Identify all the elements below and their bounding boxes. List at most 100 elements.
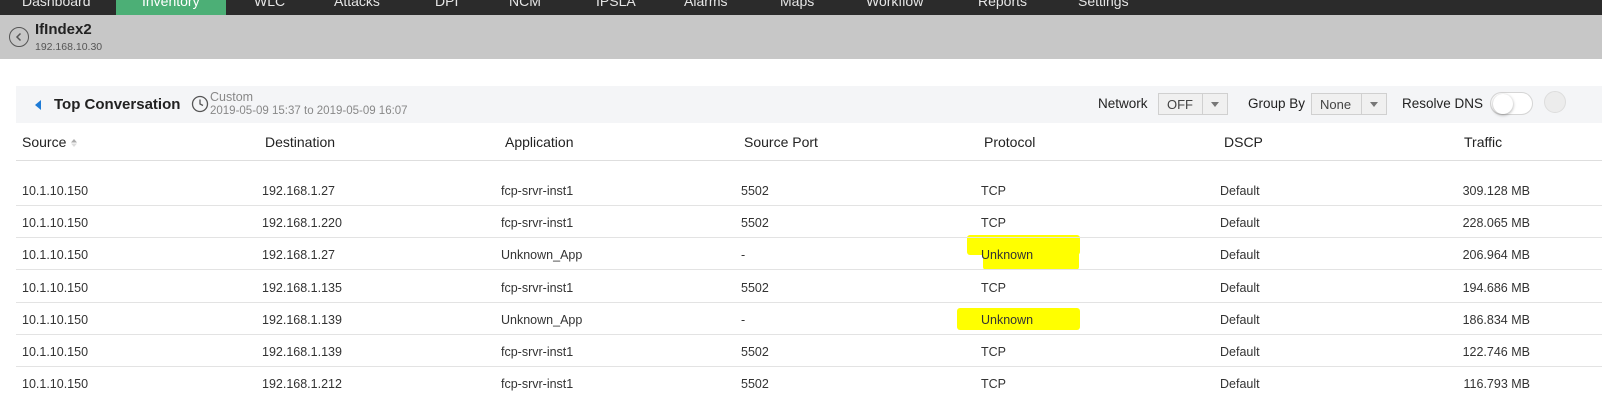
cell-traffic: 116.793 MB bbox=[1463, 377, 1530, 391]
cell-application: fcp-srvr-inst1 bbox=[501, 345, 574, 359]
cell-source-port: 5502 bbox=[741, 345, 769, 359]
cell-application: fcp-srvr-inst1 bbox=[501, 216, 574, 230]
dropdown-caret-icon bbox=[1361, 94, 1386, 114]
cell-application: fcp-srvr-inst1 bbox=[501, 184, 574, 198]
table-header: Source Destination Application Source Po… bbox=[16, 123, 1602, 161]
col-source-port[interactable]: Source Port bbox=[744, 134, 818, 150]
panel-toolbar: Top Conversation Custom 2019-05-09 15:37… bbox=[16, 86, 1602, 123]
cell-dscp: Default bbox=[1220, 184, 1260, 198]
cell-traffic: 206.964 MB bbox=[1462, 248, 1530, 262]
groupby-select[interactable]: None bbox=[1311, 93, 1387, 115]
cell-destination: 192.168.1.220 bbox=[262, 216, 342, 230]
cell-traffic: 309.128 MB bbox=[1462, 184, 1530, 198]
cell-source-port: 5502 bbox=[741, 281, 769, 295]
top-nav: Dashboard Inventory WLC Attacks DPI NCM … bbox=[0, 0, 1602, 15]
cell-dscp: Default bbox=[1220, 248, 1260, 262]
nav-alarms[interactable]: Alarms bbox=[684, 0, 728, 15]
cell-protocol: TCP bbox=[981, 281, 1006, 295]
cell-source: 10.1.10.150 bbox=[22, 184, 89, 198]
col-protocol[interactable]: Protocol bbox=[984, 134, 1035, 150]
cell-protocol: Unknown bbox=[981, 313, 1034, 327]
cell-source-port: 5502 bbox=[741, 216, 769, 230]
groupby-label: Group By bbox=[1248, 96, 1306, 111]
col-source[interactable]: Source bbox=[22, 134, 78, 150]
device-name: IfIndex2 bbox=[35, 21, 92, 38]
time-range: 2019-05-09 15:37 to 2019-05-09 16:07 bbox=[210, 105, 408, 117]
table-row[interactable]: 10.1.10.150 192.168.1.220 fcp-srvr-inst1… bbox=[16, 206, 1602, 238]
cell-application: Unknown_App bbox=[501, 248, 583, 262]
cell-traffic: 122.746 MB bbox=[1462, 345, 1530, 359]
collapse-arrow-icon[interactable] bbox=[35, 100, 41, 110]
cell-dscp: Default bbox=[1220, 216, 1260, 230]
groupby-value: None bbox=[1320, 97, 1352, 112]
cell-source-port: 5502 bbox=[741, 184, 769, 198]
network-select[interactable]: OFF bbox=[1158, 93, 1228, 115]
cell-source: 10.1.10.150 bbox=[22, 248, 89, 262]
table-row[interactable]: 10.1.10.150 192.168.1.139 Unknown_App - … bbox=[16, 303, 1602, 335]
cell-source-port: - bbox=[741, 248, 746, 262]
cell-source: 10.1.10.150 bbox=[22, 216, 89, 230]
nav-ncm[interactable]: NCM bbox=[509, 0, 541, 15]
cell-source: 10.1.10.150 bbox=[22, 313, 89, 327]
toggle-knob bbox=[1493, 94, 1513, 114]
cell-protocol: TCP bbox=[981, 377, 1006, 391]
cell-protocol: TCP bbox=[981, 184, 1006, 198]
cell-source-port: - bbox=[741, 313, 746, 327]
nav-wlc[interactable]: WLC bbox=[254, 0, 285, 15]
cell-source: 10.1.10.150 bbox=[22, 281, 89, 295]
col-destination[interactable]: Destination bbox=[265, 134, 335, 150]
nav-dashboard[interactable]: Dashboard bbox=[22, 0, 91, 15]
dropdown-caret-icon bbox=[1202, 94, 1227, 114]
time-period-selector[interactable]: Custom bbox=[210, 90, 253, 104]
table-row[interactable]: 10.1.10.150 192.168.1.27 Unknown_App - U… bbox=[16, 238, 1602, 270]
cell-destination: 192.168.1.212 bbox=[262, 377, 342, 391]
nav-inventory[interactable]: Inventory bbox=[116, 0, 226, 15]
nav-maps[interactable]: Maps bbox=[780, 0, 814, 15]
table-row[interactable]: 10.1.10.150 192.168.1.135 fcp-srvr-inst1… bbox=[16, 271, 1602, 303]
resolve-dns-toggle[interactable] bbox=[1490, 92, 1533, 115]
col-application[interactable]: Application bbox=[505, 134, 574, 150]
chevron-left-icon bbox=[15, 32, 22, 42]
cell-destination: 192.168.1.27 bbox=[262, 184, 335, 198]
nav-settings[interactable]: Settings bbox=[1078, 0, 1129, 15]
cell-traffic: 228.065 MB bbox=[1462, 216, 1530, 230]
cell-source-port: 5502 bbox=[741, 377, 769, 391]
table-row[interactable]: 10.1.10.150 192.168.1.27 fcp-srvr-inst1 … bbox=[16, 174, 1602, 206]
nav-reports[interactable]: Reports bbox=[978, 0, 1027, 15]
cell-traffic: 186.834 MB bbox=[1462, 313, 1530, 327]
nav-dpi[interactable]: DPI bbox=[435, 0, 458, 15]
cell-application: Unknown_App bbox=[501, 313, 583, 327]
cell-traffic: 194.686 MB bbox=[1462, 281, 1530, 295]
cell-dscp: Default bbox=[1220, 377, 1260, 391]
table-row[interactable]: 10.1.10.150 192.168.1.139 fcp-srvr-inst1… bbox=[16, 335, 1602, 367]
network-label: Network bbox=[1098, 96, 1148, 111]
col-dscp[interactable]: DSCP bbox=[1224, 134, 1263, 150]
cell-application: fcp-srvr-inst1 bbox=[501, 377, 574, 391]
nav-attacks[interactable]: Attacks bbox=[334, 0, 380, 15]
nav-workflow[interactable]: Workflow bbox=[866, 0, 923, 15]
cell-destination: 192.168.1.139 bbox=[262, 313, 342, 327]
nav-ipsla[interactable]: IPSLA bbox=[596, 0, 636, 15]
cell-dscp: Default bbox=[1220, 313, 1260, 327]
cell-protocol: TCP bbox=[981, 345, 1006, 359]
cell-application: fcp-srvr-inst1 bbox=[501, 281, 574, 295]
cell-protocol: Unknown bbox=[981, 248, 1034, 262]
sort-icon bbox=[71, 139, 78, 148]
cell-source: 10.1.10.150 bbox=[22, 345, 89, 359]
col-traffic[interactable]: Traffic bbox=[1464, 134, 1502, 150]
clock-icon[interactable] bbox=[191, 95, 209, 113]
panel-title: Top Conversation bbox=[54, 96, 181, 113]
cell-source: 10.1.10.150 bbox=[22, 377, 89, 391]
table-row[interactable]: 10.1.10.150 192.168.1.212 fcp-srvr-inst1… bbox=[16, 367, 1602, 394]
cell-dscp: Default bbox=[1220, 281, 1260, 295]
col-source-label: Source bbox=[22, 134, 67, 150]
network-value: OFF bbox=[1167, 97, 1193, 112]
back-button[interactable] bbox=[9, 27, 29, 47]
device-ip: 192.168.10.30 bbox=[35, 41, 103, 53]
resolve-dns-label: Resolve DNS bbox=[1402, 96, 1484, 111]
cell-protocol: TCP bbox=[981, 216, 1006, 230]
device-header: IfIndex2 192.168.10.30 bbox=[0, 15, 1602, 59]
cell-dscp: Default bbox=[1220, 345, 1260, 359]
cell-destination: 192.168.1.135 bbox=[262, 281, 342, 295]
more-options-button[interactable] bbox=[1544, 91, 1566, 113]
